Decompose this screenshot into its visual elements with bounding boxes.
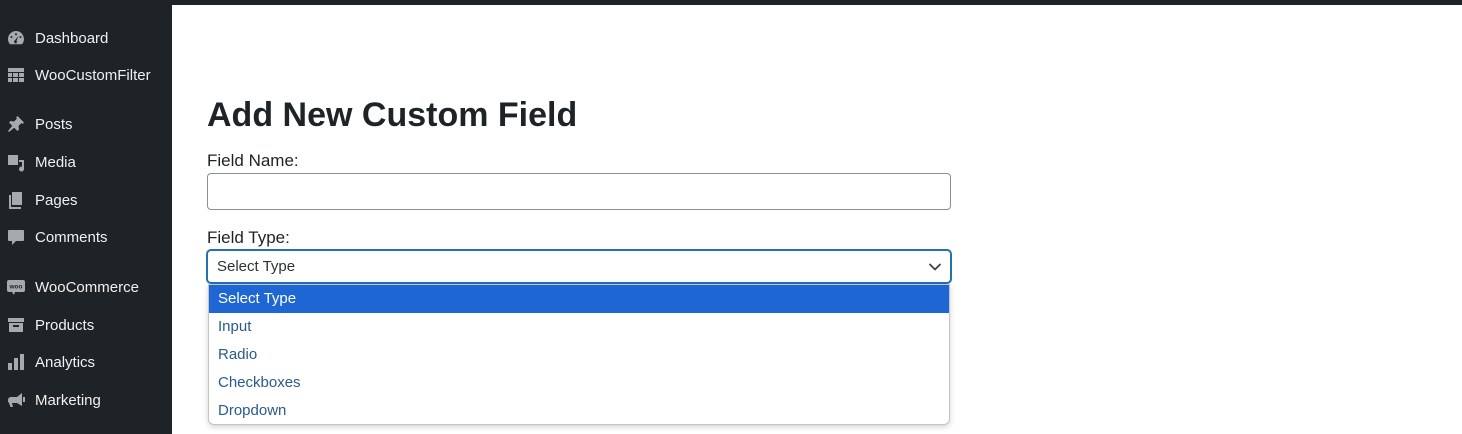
sidebar-item-marketing[interactable]: Marketing: [0, 383, 172, 417]
dashboard-icon: [6, 28, 26, 48]
media-icon: [6, 152, 26, 172]
sidebar-item-label: Dashboard: [35, 29, 109, 47]
field-type-option-dropdown[interactable]: Dropdown: [209, 397, 949, 424]
sidebar-item-posts[interactable]: Posts: [0, 107, 172, 141]
field-name-label: Field Name:: [207, 151, 299, 170]
sidebar-item-comments[interactable]: Comments: [0, 220, 172, 254]
sidebar-item-label: Pages: [35, 191, 78, 209]
sidebar-item-label: Posts: [35, 115, 73, 133]
sidebar-item-label: Marketing: [35, 391, 101, 409]
sidebar-item-dashboard[interactable]: Dashboard: [0, 21, 172, 55]
sidebar-item-label: Media: [35, 153, 76, 171]
field-type-dropdown-list: Select Type Input Radio Checkboxes Dropd…: [208, 284, 950, 425]
admin-sidebar: Dashboard WooCustomFilter Posts Media Pa…: [0, 0, 172, 434]
page-title: Add New Custom Field: [207, 96, 578, 134]
field-type-label: Field Type:: [207, 228, 290, 247]
sidebar-item-products[interactable]: Products: [0, 308, 172, 342]
sidebar-item-media[interactable]: Media: [0, 145, 172, 179]
pages-icon: [6, 190, 26, 210]
sidebar-item-woocommerce[interactable]: woo WooCommerce: [0, 270, 172, 304]
sidebar-item-label: Products: [35, 316, 95, 334]
sidebar-item-analytics[interactable]: Analytics: [0, 345, 172, 379]
field-type-option-radio[interactable]: Radio: [209, 341, 949, 369]
sidebar-item-label: Comments: [35, 228, 108, 246]
field-type-select[interactable]: Select Type: [207, 250, 951, 283]
sidebar-item-label: WooCustomFilter: [35, 66, 151, 84]
woocommerce-icon-text: woo: [9, 284, 23, 291]
field-type-option-select-type[interactable]: Select Type: [209, 285, 949, 313]
archive-box-icon: [6, 315, 26, 335]
main-content: Add New Custom Field Field Name: Field T…: [172, 5, 1462, 434]
field-name-input[interactable]: [207, 173, 951, 210]
field-type-option-checkboxes[interactable]: Checkboxes: [209, 369, 949, 397]
megaphone-icon: [6, 390, 26, 410]
table-grid-icon: [6, 65, 26, 85]
bar-chart-icon: [6, 352, 26, 372]
sidebar-item-label: WooCommerce: [35, 278, 139, 296]
sidebar-item-label: Analytics: [35, 353, 96, 371]
chevron-down-icon: [928, 260, 942, 274]
woocommerce-icon: woo: [6, 277, 26, 297]
pushpin-icon: [6, 114, 26, 134]
field-type-option-input[interactable]: Input: [209, 313, 949, 341]
sidebar-item-pages[interactable]: Pages: [0, 183, 172, 217]
field-type-selected-value: Select Type: [217, 258, 296, 275]
sidebar-item-woocustomfilter[interactable]: WooCustomFilter: [0, 58, 172, 92]
comment-icon: [6, 227, 26, 247]
